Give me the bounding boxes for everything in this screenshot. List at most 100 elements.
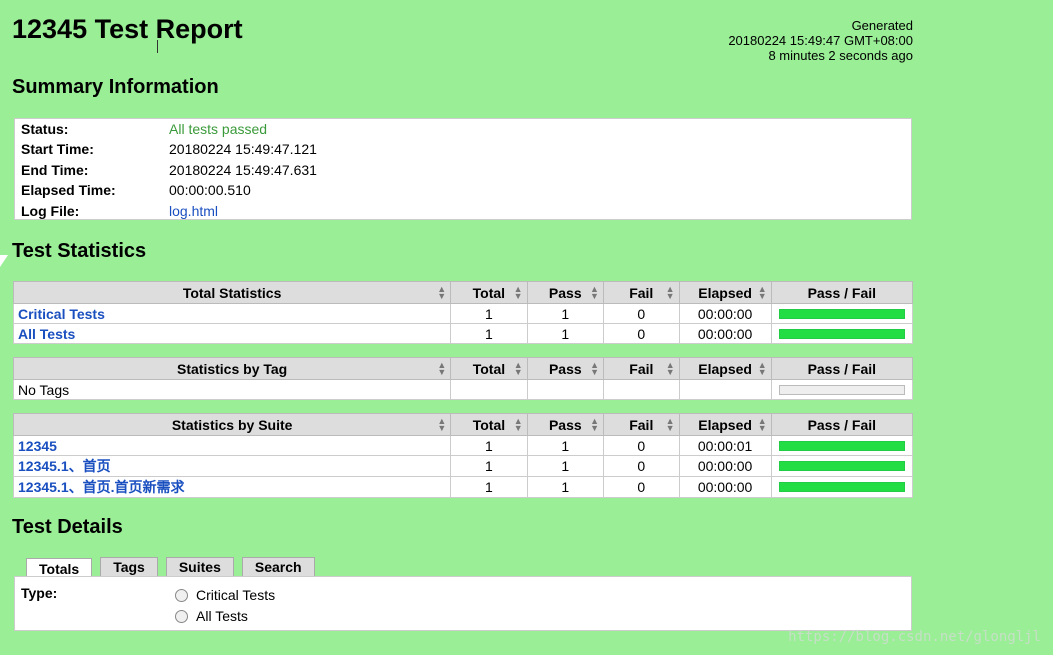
stat-fail-cell: 0 — [602, 303, 680, 324]
total-statistics-table: Total Statistics ▲ ▼ Total ▲ ▼ Pass ▲ ▼ Fail ▲ ▼ Ela… — [12, 281, 914, 344]
pass-fail-bar — [778, 482, 905, 492]
sort-icon[interactable]: ▲ ▼ — [666, 361, 675, 377]
column-header-label: Pass — [548, 416, 582, 433]
pass-fail-bar — [778, 461, 905, 471]
summary-heading: Summary Information — [12, 76, 219, 98]
radio-critical-tests[interactable]: Critical Tests — [175, 587, 275, 603]
statistics-heading: Test Statistics — [12, 240, 147, 262]
column-header-label: Statistics by Suite — [171, 416, 293, 433]
stat-name-cell: 12345 — [12, 435, 452, 456]
column-header[interactable]: Pass / Fail — [770, 357, 914, 380]
summary-label: Status: — [21, 121, 69, 137]
column-header[interactable]: Pass / Fail — [770, 413, 914, 436]
column-header[interactable]: Pass / Fail — [770, 281, 914, 304]
column-header[interactable]: Pass ▲ ▼ — [526, 281, 604, 304]
column-header-label: Statistics by Tag — [177, 360, 288, 377]
sort-icon[interactable]: ▲ ▼ — [514, 361, 523, 377]
stat-name-link[interactable]: All Tests — [18, 326, 75, 342]
stat-name-link[interactable]: Critical Tests — [18, 306, 105, 322]
column-header-label: Total Statistics — [182, 284, 282, 301]
sort-icon[interactable]: ▲ ▼ — [590, 285, 599, 301]
stat-elapsed-cell: 00:00:00 — [678, 303, 772, 324]
details-heading: Test Details — [12, 516, 123, 538]
sort-icon[interactable]: ▲ ▼ — [437, 285, 446, 301]
radio-button[interactable] — [175, 588, 188, 602]
sort-icon[interactable]: ▲ ▼ — [437, 361, 446, 377]
column-header-label: Elapsed — [698, 284, 752, 301]
stat-pass-cell: 1 — [526, 455, 605, 477]
report-title: 12345 Test Report — [12, 14, 243, 44]
tab-suites[interactable]: Suites — [165, 557, 234, 576]
column-header-label: Pass / Fail — [807, 360, 877, 377]
stat-pass-cell — [526, 379, 605, 400]
sort-icon[interactable]: ▲ ▼ — [758, 361, 767, 377]
tab-tags[interactable]: Tags — [100, 557, 158, 576]
stat-total-cell: 1 — [450, 455, 528, 477]
column-header-label: Pass / Fail — [807, 284, 877, 301]
column-header-label: Pass — [548, 360, 582, 377]
sort-icon[interactable]: ▲ ▼ — [758, 285, 767, 301]
summary-label: Log File: — [21, 203, 80, 219]
column-header[interactable]: Pass ▲ ▼ — [526, 413, 605, 436]
stat-bar-cell — [770, 435, 914, 456]
stat-bar-cell — [770, 323, 914, 344]
summary-label: Start Time: — [21, 141, 94, 157]
tab-search[interactable]: Search — [241, 557, 315, 576]
stat-fail-cell: 0 — [603, 476, 680, 498]
stat-bar-cell — [770, 303, 914, 324]
column-header[interactable]: Total ▲ ▼ — [450, 413, 528, 436]
column-header[interactable]: Elapsed ▲ ▼ — [678, 357, 772, 380]
stat-name-text: No Tags — [18, 381, 70, 398]
log-file-link[interactable]: log.html — [169, 203, 218, 219]
stat-name-cell: Critical Tests — [12, 303, 452, 324]
column-header[interactable]: Statistics by Suite ▲ ▼ — [12, 413, 452, 436]
radio-all-tests[interactable]: All Tests — [175, 608, 248, 624]
radio-button[interactable] — [175, 609, 188, 623]
column-header[interactable]: Fail ▲ ▼ — [603, 413, 680, 436]
column-header[interactable]: Fail ▲ ▼ — [602, 281, 680, 304]
stat-name-link[interactable]: 12345.1、首页.首页新需求 — [18, 479, 185, 495]
column-header-label: Pass / Fail — [807, 416, 877, 433]
details-tabs: Totals Tags Suites Search — [26, 557, 315, 579]
stat-total-cell: 1 — [450, 323, 528, 344]
column-header[interactable]: Total ▲ ▼ — [450, 357, 528, 380]
column-header-label: Fail — [629, 360, 654, 377]
pass-fail-bar — [778, 440, 905, 451]
column-header-label: Total — [472, 360, 506, 377]
sort-icon[interactable]: ▲ ▼ — [666, 285, 675, 301]
stat-name-link[interactable]: 12345.1、首页 — [18, 458, 111, 474]
column-header[interactable]: Statistics by Tag ▲ ▼ — [12, 357, 452, 380]
sort-icon[interactable]: ▲ ▼ — [590, 361, 599, 377]
stat-name-cell: No Tags — [12, 379, 452, 400]
column-header[interactable]: Total ▲ ▼ — [450, 281, 528, 304]
table-row: 12345.1、首页.首页新需求 1 1 0 00:00:00 — [12, 476, 914, 498]
column-header-label: Fail — [629, 416, 654, 433]
stat-elapsed-cell: 00:00:00 — [678, 323, 772, 344]
stat-fail-cell — [603, 379, 680, 400]
stat-total-cell: 1 — [450, 303, 528, 324]
stat-total-cell — [450, 379, 528, 400]
sort-icon[interactable]: ▲ ▼ — [666, 417, 675, 433]
generated-label: Generated — [851, 18, 913, 33]
column-header[interactable]: Elapsed ▲ ▼ — [678, 413, 772, 436]
stat-elapsed-cell: 00:00:00 — [678, 476, 772, 498]
sort-icon[interactable]: ▲ ▼ — [437, 417, 446, 433]
column-header[interactable]: Total Statistics ▲ ▼ — [12, 281, 452, 304]
table-row: Critical Tests 1 1 0 00:00:00 — [12, 303, 914, 324]
text-cursor-icon — [157, 40, 163, 53]
summary-label: End Time: — [21, 162, 89, 178]
stat-header-row: Statistics by Suite ▲ ▼ Total ▲ ▼ Pass ▲ ▼ Fail ▲ ▼… — [12, 413, 914, 436]
column-header-label: Elapsed — [698, 360, 752, 377]
column-header[interactable]: Pass ▲ ▼ — [526, 357, 605, 380]
column-header[interactable]: Fail ▲ ▼ — [603, 357, 680, 380]
stat-fail-cell: 0 — [603, 435, 680, 456]
sort-icon[interactable]: ▲ ▼ — [514, 417, 523, 433]
sort-icon[interactable]: ▲ ▼ — [514, 285, 523, 301]
stat-name-link[interactable]: 12345 — [18, 438, 57, 454]
sort-icon[interactable]: ▲ ▼ — [590, 417, 599, 433]
sort-icon[interactable]: ▲ ▼ — [758, 417, 767, 433]
column-header[interactable]: Elapsed ▲ ▼ — [678, 281, 772, 304]
stat-bar-cell — [770, 476, 914, 498]
stat-name-cell: All Tests — [12, 323, 452, 344]
stat-pass-cell: 1 — [526, 323, 604, 344]
